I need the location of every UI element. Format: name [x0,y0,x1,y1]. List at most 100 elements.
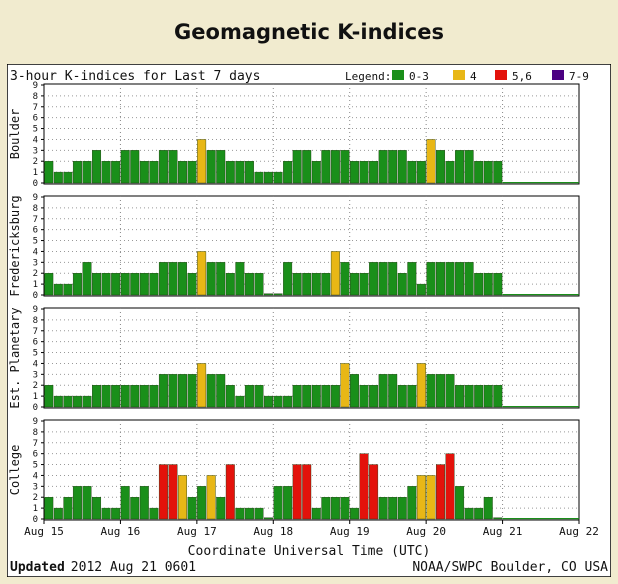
legend-swatch [392,70,404,80]
y-tick-label: 8 [33,316,38,326]
k-bar [53,283,63,296]
k-bar [187,273,197,296]
k-bar [455,262,465,296]
x-tick-label: Aug 15 [24,525,64,538]
k-bar [187,374,197,408]
k-bar [206,262,216,296]
k-bar [197,486,207,520]
legend-swatch [453,70,465,80]
y-tick-label: 6 [33,226,38,236]
footer-credit: NOAA/SWPC Boulder, CO USA [412,560,608,575]
k-bar [435,262,445,296]
k-bar [435,150,445,184]
k-bar [311,161,321,184]
k-bar [244,273,254,296]
k-bar [397,385,407,408]
k-bar [426,374,436,408]
y-tick-label: 4 [33,135,38,145]
y-tick-label: 3 [33,370,38,380]
k-bar [397,273,407,296]
k-bar [264,171,273,184]
k-bar [493,273,503,296]
k-bar [244,161,254,184]
y-tick-label: 8 [33,92,38,102]
y-tick-label: 0 [33,403,38,413]
y-tick-label: 1 [33,504,38,514]
k-bar [416,283,426,296]
y-tick-label: 9 [33,305,38,315]
legend-label: 4 [470,70,477,83]
k-bar [455,150,465,184]
y-tick-label: 9 [33,417,38,427]
footer-updated-label: Updated [10,560,65,575]
k-bar [407,385,417,408]
k-bar [340,150,350,184]
series-label: Boulder [8,109,22,160]
k-bar [464,385,474,408]
k-bar [187,497,197,520]
k-bar [264,517,273,520]
chart-title: 3-hour K-indices for Last 7 days [10,69,260,84]
k-bar [340,363,350,408]
no-data-line [502,518,579,520]
k-bar [120,486,130,520]
k-bar [168,374,178,408]
k-bar [92,497,102,520]
k-bar [445,262,455,296]
k-bar [111,273,121,296]
y-tick-label: 2 [33,381,38,391]
x-tick-label: Aug 19 [330,525,370,538]
k-bar [493,517,503,520]
panel-3: 0123456789 College [8,417,580,525]
k-bar [82,486,92,520]
k-bar [264,395,273,408]
k-bar [44,385,54,408]
footer-updated-value: 2012 Aug 21 0601 [71,560,196,575]
k-bar [149,161,159,184]
k-bar [350,161,359,184]
y-tick-label: 7 [33,439,38,449]
x-tick-label: Aug 21 [483,525,523,538]
k-bar [435,464,445,520]
k-bar [72,161,82,184]
k-bar [53,171,63,184]
k-bar [426,262,436,296]
no-data-line [502,406,579,408]
k-bar [130,497,140,520]
x-tick-label: Aug 22 [559,525,599,538]
k-bar [158,262,168,296]
k-bar [302,385,312,408]
k-bar [101,161,111,184]
k-bar [254,385,264,408]
y-tick-label: 4 [33,247,38,257]
k-bar [244,385,254,408]
k-bar [416,161,426,184]
k-bar [483,273,493,296]
k-bar [53,395,63,408]
k-bar [187,161,197,184]
x-axis-label: Coordinate Universal Time (UTC) [188,544,431,559]
k-bar [330,497,340,520]
k-bar [302,273,312,296]
k-bar [378,150,388,184]
k-bar [340,497,350,520]
k-bar [445,374,455,408]
k-index-figure: 3-hour K-indices for Last 7 days Legend:… [6,63,612,582]
k-bar [197,251,207,296]
k-bar [197,139,207,184]
x-tick-label: Aug 20 [406,525,446,538]
k-bar [426,139,436,184]
k-bar [120,385,130,408]
y-tick-label: 7 [33,327,38,337]
k-bar [225,464,235,520]
k-bar [178,475,188,520]
k-bar [359,273,369,296]
k-bar [130,150,140,184]
panel-0: 0123456789 Boulder [8,81,580,189]
k-bar [53,507,63,520]
y-tick-label: 0 [33,291,38,301]
k-bar [120,273,130,296]
k-bar [464,262,474,296]
y-tick-label: 5 [33,461,38,471]
k-bar [149,507,159,520]
